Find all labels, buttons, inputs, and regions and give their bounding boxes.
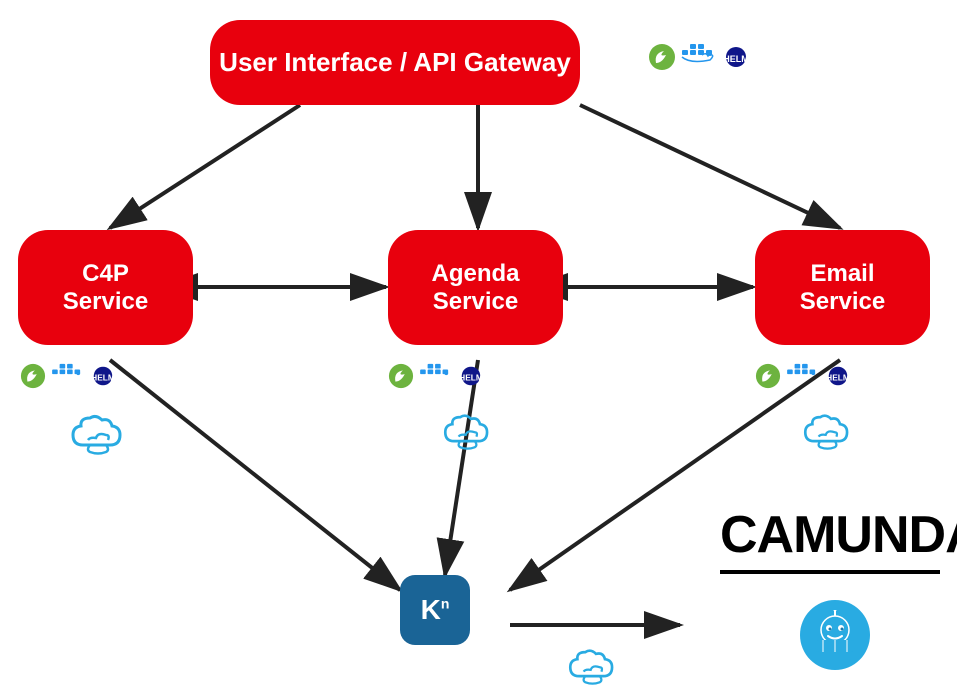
- agenda-cloud-icon: [440, 410, 495, 455]
- bot-icon: [800, 600, 870, 670]
- docker-icon: [680, 42, 718, 72]
- helm-icon: HELM: [722, 46, 750, 68]
- camunda-underline: [720, 570, 940, 574]
- c4p-tech-icons: HELM: [20, 362, 116, 390]
- agenda-service-label: Agenda Service: [431, 260, 519, 316]
- helm-icon-agenda: HELM: [458, 365, 484, 387]
- svg-text:HELM: HELM: [459, 373, 483, 383]
- email-tech-icons: HELM: [755, 362, 851, 390]
- knative-box: Kn: [400, 575, 470, 645]
- c4p-cloud-icon: [68, 410, 128, 460]
- agenda-service-box: Agenda Service: [388, 230, 563, 345]
- email-service-label: Email Service: [800, 260, 885, 316]
- svg-text:HELM: HELM: [723, 54, 749, 64]
- spring-icon-agenda: [388, 363, 414, 389]
- top-service-label: User Interface / API Gateway: [219, 47, 571, 78]
- knative-label: Kn: [421, 594, 450, 626]
- spring-icon-email: [755, 363, 781, 389]
- email-service-box: Email Service: [755, 230, 930, 345]
- diagram-container: User Interface / API Gateway HELM: [0, 0, 957, 696]
- docker-icon-c4p: [50, 362, 86, 390]
- top-service-box: User Interface / API Gateway: [210, 20, 580, 105]
- c4p-service-box: C4P Service: [18, 230, 193, 345]
- svg-text:HELM: HELM: [91, 373, 115, 383]
- agenda-tech-icons: HELM: [388, 362, 484, 390]
- email-cloud-icon: [800, 410, 855, 455]
- helm-icon-email: HELM: [825, 365, 851, 387]
- c4p-service-label: C4P Service: [63, 260, 148, 316]
- knative-cloud-icon: [565, 645, 620, 690]
- docker-icon-email: [785, 362, 821, 390]
- svg-text:HELM: HELM: [826, 373, 850, 383]
- docker-icon-agenda: [418, 362, 454, 390]
- spring-icon-c4p: [20, 363, 46, 389]
- helm-icon-c4p: HELM: [90, 365, 116, 387]
- camunda-label: CAMUNDA: [720, 505, 957, 565]
- top-tech-icons: HELM: [648, 42, 750, 72]
- spring-icon: [648, 43, 676, 71]
